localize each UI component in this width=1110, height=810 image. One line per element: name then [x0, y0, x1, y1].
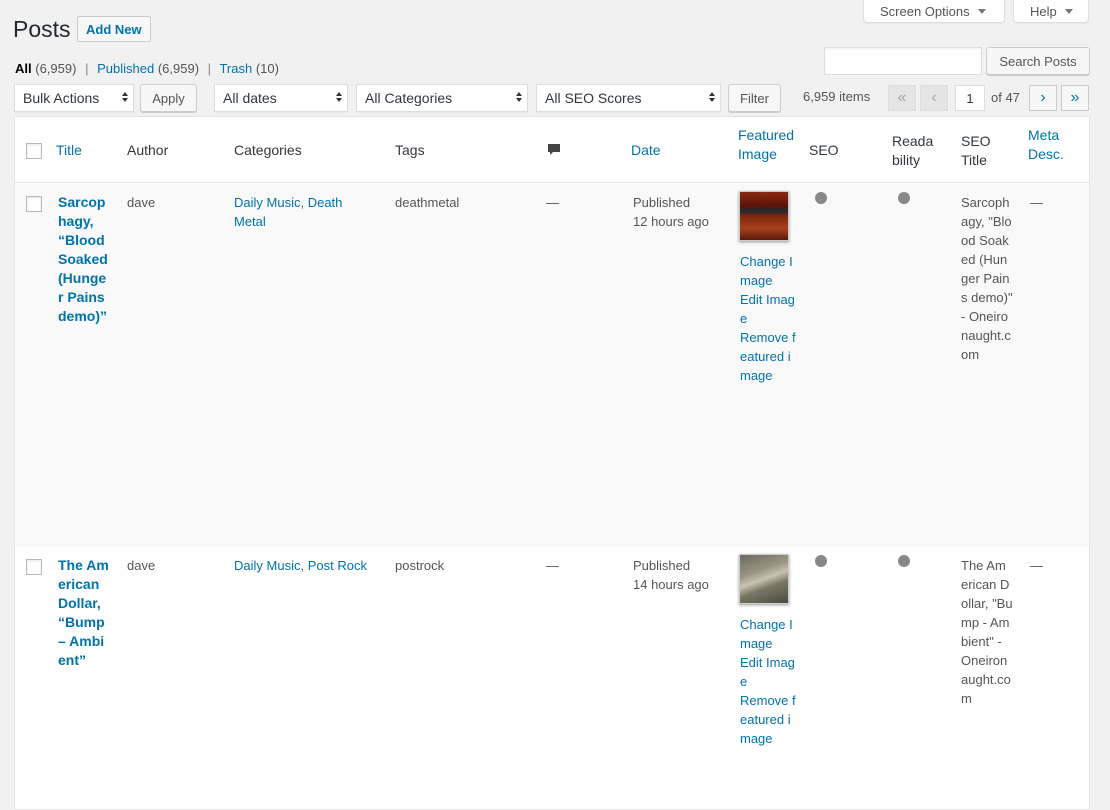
- view-trash-count: (10): [255, 61, 279, 76]
- column-title[interactable]: Title: [56, 141, 82, 160]
- author-link[interactable]: dave: [127, 193, 155, 212]
- comments-count: —: [546, 195, 559, 210]
- items-count: 6,959 items: [803, 89, 871, 104]
- date-ago: 14 hours ago: [633, 577, 709, 592]
- post-date: Published 12 hours ago: [633, 193, 709, 231]
- date-status: Published: [633, 558, 691, 573]
- table-header: Title Author Categories Tags Date Featur…: [15, 117, 1089, 183]
- change-image-link[interactable]: Change Image: [740, 615, 796, 653]
- column-featured-image[interactable]: Featured Image: [738, 126, 800, 164]
- categories-cell: Daily Music, Death Metal: [234, 195, 343, 229]
- row-checkbox[interactable]: [26, 559, 42, 575]
- posts-table: Title Author Categories Tags Date Featur…: [14, 116, 1090, 810]
- post-title-link[interactable]: The American Dollar, “Bump – Ambient”: [58, 556, 110, 670]
- search-input[interactable]: [824, 47, 982, 75]
- featured-image-thumbnail[interactable]: [739, 191, 789, 241]
- date-ago: 12 hours ago: [633, 214, 709, 229]
- table-row: The American Dollar, “Bump – Ambient” da…: [15, 547, 1089, 810]
- category-link[interactable]: Daily Music: [234, 195, 300, 210]
- select-arrows-icon: [122, 92, 128, 102]
- help-button[interactable]: Help: [1013, 0, 1089, 23]
- view-all-link[interactable]: All: [15, 61, 32, 76]
- select-all-checkbox[interactable]: [26, 143, 42, 159]
- bulk-actions-value: Bulk Actions: [23, 90, 100, 106]
- category-link[interactable]: Daily Music: [234, 558, 300, 573]
- current-page-input[interactable]: 1: [955, 85, 985, 111]
- total-pages: of 47: [991, 90, 1020, 105]
- post-date: Published 14 hours ago: [633, 556, 709, 594]
- column-meta-desc[interactable]: Meta Desc.: [1028, 126, 1076, 164]
- dates-value: All dates: [223, 90, 277, 106]
- meta-desc-text: —: [1030, 195, 1043, 210]
- caret-down-icon: [977, 9, 986, 14]
- edit-image-link[interactable]: Edit Image: [740, 653, 796, 691]
- column-seo-title: SEO Title: [961, 133, 991, 168]
- add-new-button[interactable]: Add New: [77, 16, 151, 42]
- separator: |: [85, 61, 89, 76]
- view-trash-link[interactable]: Trash: [219, 61, 252, 76]
- caret-down-icon: [1064, 9, 1073, 14]
- filter-button[interactable]: Filter: [728, 84, 781, 112]
- featured-image-actions: Change Image Edit Image Remove featured …: [740, 252, 796, 385]
- featured-image-actions: Change Image Edit Image Remove featured …: [740, 615, 796, 748]
- view-published-link[interactable]: Published: [97, 61, 154, 76]
- author-link[interactable]: dave: [127, 556, 155, 575]
- remove-featured-image-link[interactable]: Remove featured image: [740, 691, 796, 748]
- view-all-count: (6,959): [35, 61, 77, 76]
- separator: |: [207, 61, 212, 76]
- column-comments[interactable]: [547, 143, 561, 162]
- seo-title-text: Sarcophagy, "Blood Soaked (Hunger Pains …: [961, 195, 1013, 362]
- view-published-count: (6,959): [157, 61, 200, 76]
- seo-score-dot: [815, 192, 827, 204]
- date-status: Published: [633, 195, 691, 210]
- comment-bubble-icon: [548, 144, 560, 155]
- column-author: Author: [127, 142, 169, 158]
- apply-button[interactable]: Apply: [140, 84, 197, 112]
- next-page-button[interactable]: ›: [1029, 85, 1057, 111]
- select-arrows-icon: [336, 92, 342, 102]
- seo-title-text: The American Dollar, "Bump - Ambient" - …: [961, 558, 1013, 706]
- categories-cell: Daily Music, Post Rock: [234, 558, 367, 573]
- post-status-views: All (6,959) | Published (6,959) | Trash …: [15, 61, 279, 76]
- remove-featured-image-link[interactable]: Remove featured image: [740, 328, 796, 385]
- column-readability: Readability: [892, 133, 934, 168]
- prev-page-button: ‹: [920, 85, 948, 111]
- edit-image-link[interactable]: Edit Image: [740, 290, 796, 328]
- change-image-link[interactable]: Change Image: [740, 252, 796, 290]
- featured-image-thumbnail[interactable]: [739, 554, 789, 604]
- tag-link[interactable]: deathmetal: [395, 193, 459, 212]
- search-posts-button[interactable]: Search Posts: [986, 47, 1090, 75]
- column-categories: Categories: [234, 142, 302, 158]
- help-label: Help: [1030, 4, 1057, 19]
- page-title: Posts: [13, 16, 71, 42]
- column-date[interactable]: Date: [631, 141, 661, 160]
- last-page-button[interactable]: »: [1061, 85, 1089, 111]
- readability-score-dot: [898, 555, 910, 567]
- bulk-actions-select[interactable]: Bulk Actions: [14, 84, 134, 112]
- dates-select[interactable]: All dates: [214, 84, 348, 112]
- seo-score-dot: [815, 555, 827, 567]
- meta-desc-text: —: [1030, 558, 1043, 573]
- tag-link[interactable]: postrock: [395, 556, 444, 575]
- categories-select[interactable]: All Categories: [356, 84, 528, 112]
- categories-value: All Categories: [365, 90, 453, 106]
- column-tags: Tags: [395, 142, 425, 158]
- select-arrows-icon: [516, 92, 522, 102]
- column-seo: SEO: [809, 142, 839, 158]
- screen-options-label: Screen Options: [880, 4, 970, 19]
- comments-count: —: [546, 558, 559, 573]
- first-page-button: «: [888, 85, 916, 111]
- table-row: Sarcophagy, “Blood Soaked (Hunger Pains …: [15, 184, 1089, 547]
- select-arrows-icon: [709, 92, 715, 102]
- seo-scores-select[interactable]: All SEO Scores: [536, 84, 721, 112]
- row-checkbox[interactable]: [26, 196, 42, 212]
- category-link[interactable]: Post Rock: [308, 558, 367, 573]
- screen-options-button[interactable]: Screen Options: [863, 0, 1005, 23]
- seo-scores-value: All SEO Scores: [545, 90, 642, 106]
- readability-score-dot: [898, 192, 910, 204]
- post-title-link[interactable]: Sarcophagy, “Blood Soaked (Hunger Pains …: [58, 193, 110, 326]
